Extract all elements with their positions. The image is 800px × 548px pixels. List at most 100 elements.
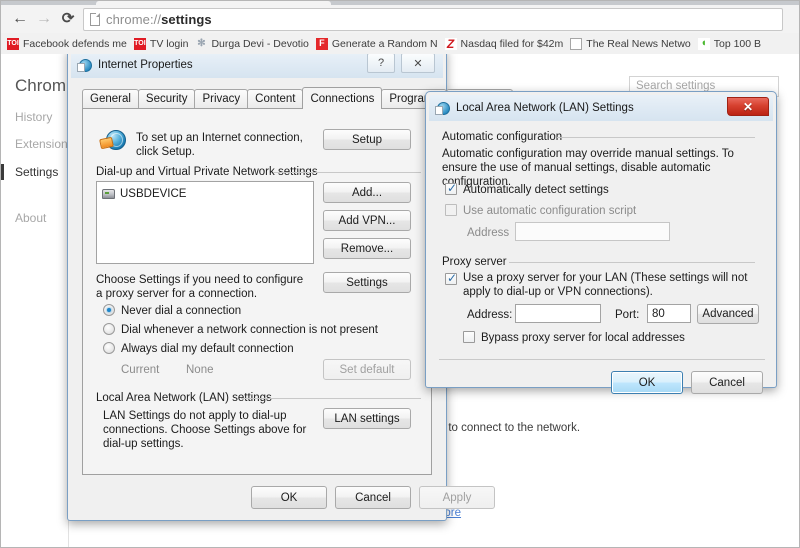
radio-never-dial[interactable]: [103, 304, 115, 316]
dialup-connections-list[interactable]: USBDEVICE: [96, 181, 314, 264]
bookmark-item[interactable]: ✻ Durga Devi - Devotio: [193, 34, 313, 53]
f-icon: F: [315, 37, 328, 50]
use-proxy-checkbox[interactable]: [445, 271, 457, 285]
add-button[interactable]: Add...: [323, 182, 411, 203]
lan-settings-cancel-button[interactable]: Cancel: [691, 371, 763, 394]
internet-properties-cancel-button[interactable]: Cancel: [335, 486, 411, 509]
internet-properties-titlebar[interactable]: Internet Properties ? ✕: [71, 52, 443, 78]
proxy-group-label: Proxy server: [442, 256, 512, 268]
connections-tab-panel: To set up an Internet connection, click …: [82, 108, 432, 475]
auto-detect-settings-checkbox[interactable]: [445, 181, 457, 195]
sidebar-item-history[interactable]: History: [15, 110, 52, 124]
url-prefix: chrome://: [106, 12, 162, 27]
tab-content[interactable]: Content: [247, 89, 304, 108]
proxy-group-divider: [509, 262, 755, 263]
lan-settings-dialog: Local Area Network (LAN) Settings ✕ Auto…: [425, 91, 777, 394]
bypass-proxy-checkbox[interactable]: [463, 331, 475, 343]
add-vpn-button[interactable]: Add VPN...: [323, 210, 411, 231]
bypass-proxy-label: Bypass proxy server for local addresses: [481, 332, 685, 344]
chrome-brand-title: Chrom: [15, 76, 67, 95]
radio-always-dial-default-label: Always dial my default connection: [121, 343, 294, 355]
set-default-button: Set default: [323, 359, 411, 380]
bookmark-item[interactable]: The Real News Netwo: [568, 34, 695, 53]
lan-group-divider: [241, 398, 421, 399]
auto-config-group-label: Automatic configuration: [442, 131, 568, 143]
url-path: settings: [161, 12, 212, 27]
use-proxy-label: Use a proxy server for your LAN (These s…: [463, 272, 748, 298]
bookmark-item[interactable]: ◖ Top 100 B: [696, 34, 766, 53]
tab-security[interactable]: Security: [137, 89, 196, 108]
current-connection-label: Current: [121, 364, 160, 376]
sidebar-item-settings[interactable]: Settings: [15, 165, 58, 179]
forward-icon: →: [36, 10, 52, 27]
address-bar-text: chrome://settings: [106, 12, 212, 27]
lan-settings-ok-button[interactable]: OK: [611, 371, 683, 394]
bookmark-item[interactable]: TOI Facebook defends me: [5, 34, 132, 53]
radio-dial-when-no-network-label: Dial whenever a network connection is no…: [121, 324, 378, 336]
globe-icon: [435, 101, 450, 116]
footer-divider: [439, 359, 765, 360]
radio-dial-when-no-network[interactable]: [103, 323, 115, 335]
bookmark-item[interactable]: F Generate a Random N: [314, 34, 443, 53]
advanced-button[interactable]: Advanced: [697, 304, 759, 324]
lan-settings-hint: LAN Settings do not apply to dial-up con…: [103, 410, 307, 450]
settings-button[interactable]: Settings: [323, 272, 411, 293]
star-icon: ✻: [197, 37, 206, 49]
radio-always-dial-default[interactable]: [103, 342, 115, 354]
tab-connections[interactable]: Connections: [302, 87, 383, 109]
internet-properties-title: Internet Properties: [98, 59, 193, 71]
toi-icon: TOI: [7, 37, 19, 50]
lan-settings-button[interactable]: LAN settings: [323, 408, 411, 429]
close-icon[interactable]: ✕: [727, 97, 769, 116]
bookmark-label: Facebook defends me: [23, 37, 127, 50]
setup-description: To set up an Internet connection, click …: [136, 132, 303, 158]
script-address-label: Address: [467, 227, 510, 239]
bookmark-item[interactable]: TOI TV login: [132, 34, 194, 53]
sidebar-item-about[interactable]: About: [15, 211, 46, 225]
screenshot-root: Chrom History Extensions Settings About …: [0, 0, 800, 548]
port-input[interactable]: 80: [647, 304, 691, 323]
bookmark-item[interactable]: Z Nasdaq filed for $42m: [443, 34, 569, 53]
proxy-address-input[interactable]: [515, 304, 601, 323]
back-icon[interactable]: ←: [9, 9, 31, 29]
sidebar-item-extensions[interactable]: Extensions: [15, 137, 74, 151]
browser-chrome: ← → ⟳ chrome://settings TOI Facebook def…: [1, 1, 799, 54]
help-button[interactable]: ?: [367, 53, 395, 73]
bookmark-label: The Real News Netwo: [586, 37, 691, 50]
dialup-group-divider: [273, 172, 421, 173]
lan-settings-title: Local Area Network (LAN) Settings: [456, 102, 634, 114]
lan-settings-titlebar[interactable]: Local Area Network (LAN) Settings ✕: [429, 95, 773, 121]
bookmark-label: Durga Devi - Devotio: [211, 37, 309, 50]
auto-detect-settings-label: Automatically detect settings: [463, 184, 609, 196]
network-hint-text: gs to connect to the network.: [433, 422, 581, 434]
bookmark-label: Top 100 B: [713, 37, 761, 50]
tab-general[interactable]: General: [82, 89, 139, 108]
reload-icon[interactable]: ⟳: [57, 9, 79, 29]
script-address-input[interactable]: [515, 222, 670, 241]
list-item[interactable]: USBDEVICE: [97, 186, 313, 202]
current-connection-value: None: [186, 364, 214, 376]
radio-never-dial-label: Never dial a connection: [121, 305, 242, 317]
proxy-settings-hint: Choose Settings if you need to configure…: [96, 274, 304, 300]
bookmarks-bar: TOI Facebook defends me TOI TV login ✻ D…: [1, 33, 799, 54]
auto-config-divider: [557, 137, 755, 138]
address-bar[interactable]: chrome://settings: [83, 8, 783, 31]
setup-button[interactable]: Setup: [323, 129, 411, 150]
globe-icon: [77, 58, 92, 73]
remove-button[interactable]: Remove...: [323, 238, 411, 259]
toi-icon: TOI: [133, 37, 146, 50]
internet-properties-ok-button[interactable]: OK: [251, 486, 327, 509]
bookmark-label: TV login: [149, 37, 189, 50]
port-label: Port:: [615, 309, 640, 321]
internet-connection-icon: [99, 129, 126, 153]
auto-config-script-checkbox[interactable]: [445, 204, 457, 216]
settings-sidebar: Chrom History Extensions Settings About: [1, 54, 74, 547]
browser-navbar: ← → ⟳ chrome://settings: [1, 5, 799, 33]
lan-settings-body: Automatic configuration Automatic config…: [429, 121, 773, 394]
page-info-icon: [90, 13, 100, 26]
auto-config-script-label: Use automatic configuration script: [463, 205, 637, 217]
bookmark-label: Generate a Random N: [331, 37, 438, 50]
document-icon: [570, 37, 583, 50]
tab-privacy[interactable]: Privacy: [194, 89, 249, 108]
close-icon[interactable]: ✕: [401, 53, 435, 73]
